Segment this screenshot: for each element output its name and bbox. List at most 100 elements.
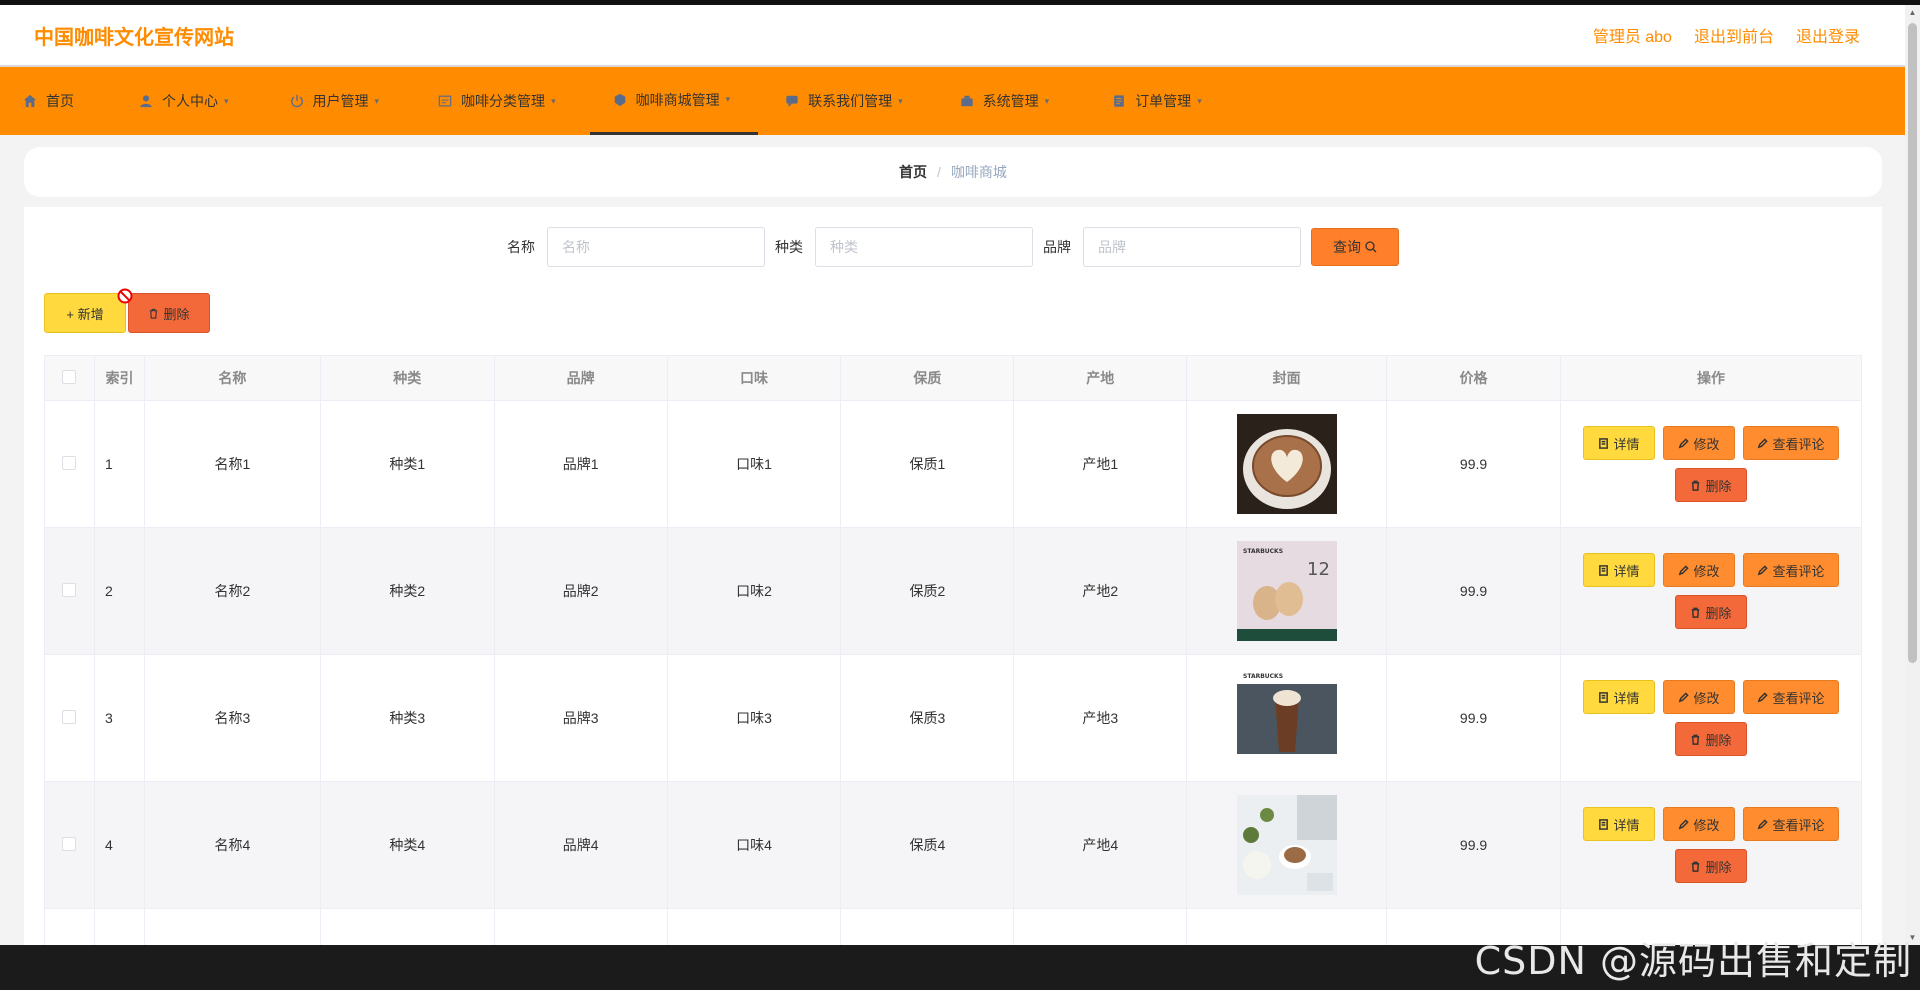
nav-item-users[interactable]: 用户管理 ▾ [257, 67, 408, 135]
not-allowed-cursor-icon [117, 288, 133, 304]
detail-button[interactable]: 详情 [1582, 680, 1655, 714]
user-icon [138, 93, 154, 109]
table-row: 2 名称2 种类2 品牌2 口味2 保质2 产地2 STARBUCKS 12 99.9 详情 修改 查看… [44, 527, 1863, 655]
trash-icon [1692, 734, 1700, 745]
brand-cell: 品牌2 [493, 527, 668, 655]
brand-search-input[interactable] [1083, 227, 1301, 267]
cover-cell: STARBUCKS 12 [1186, 527, 1388, 655]
name-cell: 名称1 [143, 400, 321, 528]
nav-item-home[interactable]: 首页 [22, 67, 102, 135]
nav-item-personal[interactable]: 个人中心 ▾ [102, 67, 257, 135]
cover-image[interactable] [1187, 414, 1386, 514]
scroll-up-arrow-icon[interactable]: ▲ [1908, 8, 1917, 17]
nav-item-coffee-shop[interactable]: 咖啡商城管理 ▾ [589, 67, 759, 135]
name-cell: 名称4 [143, 781, 321, 909]
row-checkbox[interactable] [62, 455, 77, 470]
scrollbar-thumb[interactable] [1908, 23, 1917, 663]
document-icon [1599, 691, 1609, 703]
nav-item-system[interactable]: 系统管理 ▾ [931, 67, 1078, 135]
select-all-checkbox[interactable] [62, 369, 77, 384]
detail-button[interactable]: 详情 [1582, 553, 1655, 587]
search-form: 名称 种类 品牌 查询 [24, 227, 1882, 267]
view-comments-button[interactable]: 查看评论 [1742, 807, 1839, 841]
row-checkbox[interactable] [62, 836, 77, 851]
flavor-cell: 口味1 [666, 400, 842, 528]
batch-delete-button[interactable]: 删除 [128, 293, 210, 333]
name-label: 名称 [507, 239, 535, 255]
detail-label: 详情 [1613, 817, 1640, 833]
query-button[interactable]: 查询 [1311, 228, 1399, 266]
view-comments-button[interactable]: 查看评论 [1742, 426, 1839, 460]
detail-label: 详情 [1613, 690, 1640, 706]
add-button[interactable]: + 新增 [44, 288, 133, 333]
view-comments-button[interactable]: 查看评论 [1742, 553, 1839, 587]
breadcrumb-home[interactable]: 首页 [899, 162, 927, 182]
trash-icon [150, 308, 158, 319]
edit-button[interactable]: 修改 [1662, 680, 1735, 714]
column-header: 操作 [1559, 355, 1863, 401]
shelf-life-cell: 保质4 [840, 781, 1015, 909]
column-header: 品牌 [493, 355, 668, 401]
watermark-text: CSDN @源码出售和定制 [1474, 939, 1912, 983]
category-search-input[interactable] [815, 227, 1033, 267]
row-checkbox[interactable] [62, 709, 77, 724]
index-cell: 4 [93, 781, 145, 909]
admin-user-link[interactable]: 管理员 abo [1593, 23, 1672, 47]
back-to-front-link[interactable]: 退出到前台 [1694, 23, 1774, 47]
column-header: 产地 [1013, 355, 1188, 401]
trash-icon [1692, 607, 1700, 618]
edit-button[interactable]: 修改 [1662, 426, 1735, 460]
shelf-life-cell: 保质1 [840, 400, 1015, 528]
column-header: 口味 [666, 355, 842, 401]
detail-button[interactable]: 详情 [1582, 426, 1655, 460]
edit-button[interactable]: 修改 [1662, 553, 1735, 587]
column-header: 种类 [319, 355, 495, 401]
delete-button[interactable]: 删除 [1674, 722, 1747, 756]
cover-cell [1186, 781, 1388, 909]
power-icon [289, 93, 305, 109]
flavor-cell: 口味2 [666, 527, 842, 655]
table-header-row: 索引 名称 种类 品牌 口味 保质 产地 封面 价格 操作 [44, 355, 1863, 401]
detail-label: 详情 [1613, 563, 1640, 579]
brand-cell: 品牌3 [493, 654, 668, 782]
comment-label: 查看评论 [1772, 563, 1825, 579]
delete-button[interactable]: 删除 [1674, 595, 1747, 629]
nav-label: 个人中心 [162, 93, 218, 109]
price-cell: 99.9 [1386, 654, 1561, 782]
price-cell: 99.9 [1386, 527, 1561, 655]
column-header: 封面 [1186, 355, 1388, 401]
nav-label: 咖啡商城管理 [635, 91, 720, 108]
top-header: 中国咖啡文化宣传网站 管理员 abo 退出到前台 退出登录 [0, 5, 1905, 65]
price-cell: 99.9 [1386, 400, 1561, 528]
column-header: 索引 [93, 355, 145, 401]
nav-item-coffee-category[interactable]: 咖啡分类管理 ▾ [407, 67, 584, 135]
edit-button[interactable]: 修改 [1662, 807, 1735, 841]
header-links: 管理员 abo 退出到前台 退出登录 [1593, 23, 1860, 47]
document-icon [1599, 818, 1609, 830]
nav-item-orders[interactable]: 订单管理 ▾ [1077, 67, 1230, 135]
delete-button[interactable]: 删除 [1674, 849, 1747, 883]
name-cell: 名称2 [143, 527, 321, 655]
nav-item-contact[interactable]: 联系我们管理 ▾ [758, 67, 931, 135]
row-select-cell [44, 654, 95, 782]
name-cell: 名称3 [143, 654, 321, 782]
svg-text:STARBUCKS: STARBUCKS [1243, 673, 1283, 680]
detail-button[interactable]: 详情 [1582, 807, 1655, 841]
page-scrollbar[interactable]: ▲ ▼ [1905, 5, 1920, 945]
index-cell: 3 [93, 654, 145, 782]
cover-image[interactable] [1187, 795, 1386, 895]
delete-label: 删除 [1705, 605, 1732, 621]
view-comments-button[interactable]: 查看评论 [1742, 680, 1839, 714]
nav-label: 订单管理 [1135, 93, 1192, 109]
table-row: 4 名称4 种类4 品牌4 口味4 保质4 产地4 99.9 详情 修改 查看评论 删除 [44, 781, 1863, 909]
edit-icon [1758, 564, 1769, 575]
row-checkbox[interactable] [62, 582, 77, 597]
index-cell: 1 [93, 400, 145, 528]
actions-cell: 详情 修改 查看评论删除 [1559, 781, 1863, 909]
cover-image[interactable]: STARBUCKS [1187, 668, 1386, 768]
delete-button[interactable]: 删除 [1674, 468, 1747, 502]
cover-image[interactable]: STARBUCKS 12 [1187, 541, 1386, 641]
name-search-input[interactable] [547, 227, 765, 267]
nav-label: 首页 [46, 93, 74, 109]
logout-link[interactable]: 退出登录 [1796, 23, 1860, 47]
